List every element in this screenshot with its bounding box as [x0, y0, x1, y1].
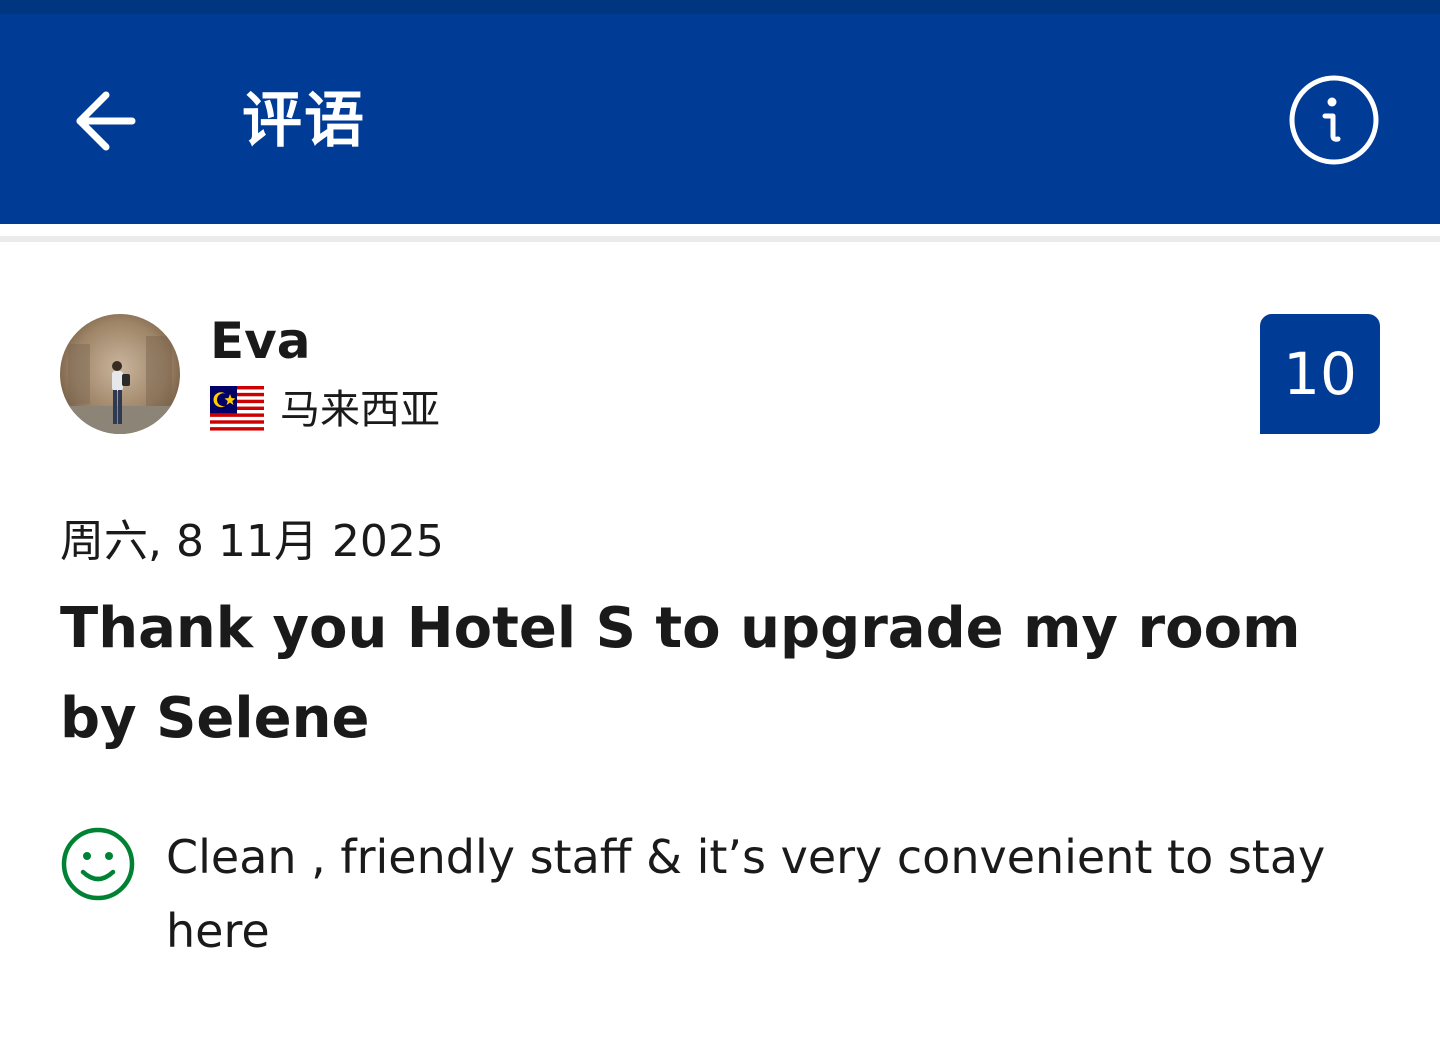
arrow-left-icon	[76, 91, 136, 151]
review-title: Thank you Hotel S to upgrade my room by …	[60, 596, 1301, 751]
reviewer-name: Eva	[210, 312, 311, 370]
avatar[interactable]	[60, 314, 180, 434]
header-divider	[0, 236, 1440, 242]
malaysia-flag-icon	[210, 386, 264, 434]
reviewer-country: 马来西亚	[210, 384, 440, 436]
review-date: 周六, 8 11月 2025	[60, 516, 444, 567]
score-badge: 10	[1260, 314, 1380, 434]
positive-comment-text: Clean , friendly staff & it’s very conve…	[166, 830, 1326, 958]
back-button[interactable]	[60, 76, 150, 166]
info-button[interactable]	[1286, 72, 1382, 168]
country-name: 马来西亚	[280, 387, 440, 433]
status-bar	[0, 0, 1440, 14]
page-title: 评语	[242, 86, 366, 156]
avatar-image	[60, 314, 180, 434]
score-value: 10	[1283, 340, 1357, 408]
positive-comment: Clean , friendly staff & it’s very conve…	[60, 826, 1390, 968]
info-circle-icon	[1289, 75, 1379, 165]
app-bar: 评语	[0, 14, 1440, 224]
smile-icon	[61, 827, 135, 901]
